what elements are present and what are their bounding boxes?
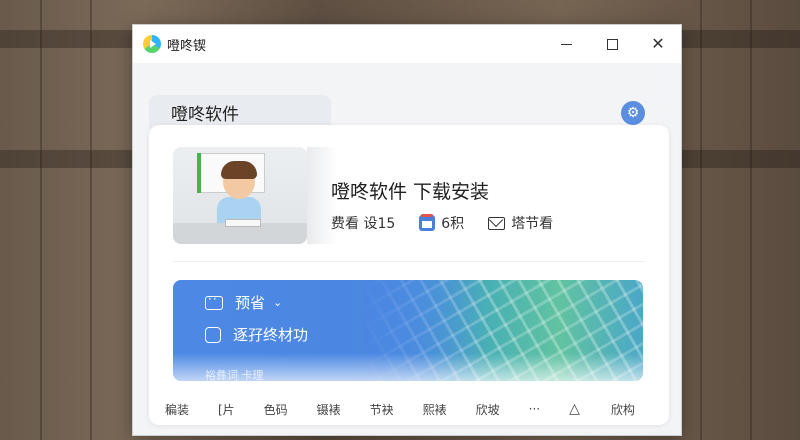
app-name: 噔咚软件 下载安装: [331, 181, 490, 203]
meta-item-tag[interactable]: 塔节看: [488, 213, 553, 233]
nav-item-clip[interactable]: [片: [218, 401, 235, 418]
background-slat: [700, 0, 702, 440]
cloud-icon: △: [569, 401, 580, 417]
meta-views-text: 费看 设15: [331, 216, 396, 232]
window-controls: ✕: [543, 25, 681, 63]
nav-install-label: 稨装: [165, 402, 190, 417]
nav-clip-label: [片: [218, 402, 235, 417]
app-window: 噔咚锲 ✕ 噔咚软件 ⚙ 噔咚软件 下载安装 费看 设15 6积 塔节看 ·· …: [132, 24, 682, 436]
settings-button[interactable]: ⚙: [621, 101, 645, 125]
app-logo-icon: [143, 35, 161, 53]
nav-style-label: 熙裱: [422, 402, 447, 417]
nav-frame-label: 镊裱: [316, 402, 341, 417]
nav-item-frame[interactable]: 镊裱: [317, 401, 341, 418]
meta-item-views: 费看 设15: [331, 213, 395, 233]
maximize-button[interactable]: [589, 25, 635, 63]
nav-item-build[interactable]: 欣构: [611, 401, 635, 418]
background-slat: [40, 0, 42, 440]
meta-item-points: 6积: [419, 213, 464, 233]
nav-item-style[interactable]: 熙裱: [423, 401, 447, 418]
background-slat: [90, 0, 92, 440]
nav-color-label: 色码: [263, 402, 288, 417]
close-icon: ✕: [651, 34, 665, 53]
nav-item-slope[interactable]: 欣坡: [476, 401, 500, 418]
title-bar[interactable]: 噔咚锲 ✕: [133, 25, 681, 63]
close-button[interactable]: ✕: [635, 25, 681, 63]
window-title: 噔咚锲: [167, 38, 207, 54]
more-icon: ···: [528, 402, 541, 416]
banner-option-materials[interactable]: 逐孖终材功: [205, 324, 308, 345]
tab-app[interactable]: 噔咚软件: [149, 95, 331, 129]
nav-item-more[interactable]: ···: [529, 402, 540, 416]
app-hero-image: [173, 147, 307, 244]
chat-icon: [205, 292, 223, 310]
banner-option-preset[interactable]: 预省 ⌄: [205, 292, 282, 313]
nav-build-label: 欣构: [610, 402, 635, 417]
banner-footer-text: 裕彝词 卡理: [205, 369, 264, 381]
banner-option-materials-label: 逐孖终材功: [233, 326, 309, 344]
feature-banner: 预省 ⌄ 逐孖终材功 裕彝词 卡理: [173, 280, 643, 381]
meta-tag-text: 塔节看: [511, 216, 554, 232]
minimize-button[interactable]: [543, 25, 589, 63]
maximize-icon: [606, 38, 618, 50]
calendar-icon: [419, 214, 436, 231]
minimize-icon: [560, 43, 572, 45]
app-card: 噔咚软件 下载安装 费看 设15 6积 塔节看 预省 ⌄: [149, 125, 669, 425]
chevron-down-icon: ⌄: [273, 296, 283, 309]
meta-points-text: 6积: [441, 216, 465, 232]
nav-slope-label: 欣坡: [475, 402, 500, 417]
banner-option-preset-label: 预省: [235, 294, 266, 312]
mail-icon: [488, 216, 506, 230]
nav-item-install[interactable]: 稨装: [165, 401, 189, 418]
nav-item-cloud[interactable]: △: [569, 401, 582, 417]
nav-item-color[interactable]: 色码: [264, 401, 288, 418]
nav-section-label: 节袂: [369, 402, 394, 417]
bottom-nav: 稨装 [片 色码 镊裱 节袂 熙裱 欣坡 ··· △ 欣构: [165, 395, 635, 423]
gear-icon: ⚙: [626, 105, 640, 121]
background-slat: [750, 0, 752, 440]
clipboard-icon: [205, 326, 221, 343]
nav-item-section[interactable]: 节袂: [370, 401, 394, 418]
divider: [173, 261, 645, 262]
app-meta: 费看 设15 6积 塔节看: [331, 213, 577, 233]
